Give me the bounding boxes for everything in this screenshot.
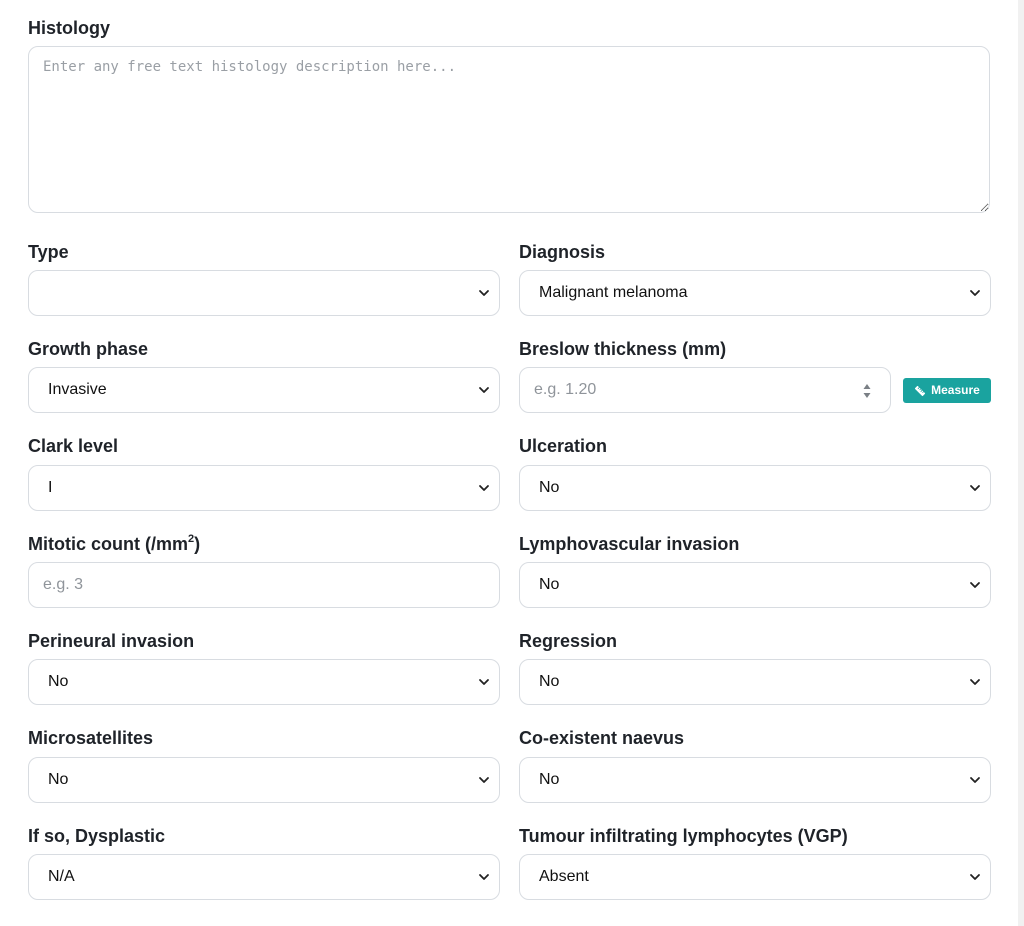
diagnosis-select-value: Malignant melanoma [539,284,688,301]
histology-textarea[interactable] [28,46,990,213]
coexistent-naevus-select-value: No [539,771,560,788]
chevron-down-icon [970,679,980,685]
chevron-down-icon [479,874,489,880]
chevron-down-icon [479,679,489,685]
ulceration-label: Ulceration [519,436,608,456]
clark-level-label: Clark level [28,436,119,456]
coexistent-naevus-select[interactable]: No [519,757,991,803]
breslow-label: Breslow thickness (mm) [519,339,727,359]
ulceration-select[interactable]: No [519,465,991,511]
mitotic-count-label-sup: 2 [188,533,195,545]
clark-level-select[interactable]: I [28,465,500,511]
microsatellites-select-value: No [48,771,69,788]
lymphovascular-select-value: No [539,576,560,593]
chevron-down-icon [970,485,980,491]
chevron-down-icon [479,485,489,491]
dysplastic-select[interactable]: N/A [28,854,500,900]
microsatellites-select[interactable]: No [28,757,500,803]
breslow-field [519,367,891,413]
chevron-down-icon [970,874,980,880]
chevron-down-icon [970,777,980,783]
lymphovascular-label: Lymphovascular invasion [519,534,740,554]
measure-button[interactable]: Measure [903,378,991,403]
coexistent-naevus-label: Co-existent naevus [519,728,685,748]
dysplastic-label: If so, Dysplastic [28,826,166,846]
chevron-down-icon [970,290,980,296]
til-select[interactable]: Absent [519,854,991,900]
chevron-down-icon [479,290,489,296]
perineural-select[interactable]: No [28,659,500,705]
histology-form: Histology Type Diagnosis Malignant melan… [0,0,1024,926]
number-spinner-icon[interactable] [862,381,872,401]
chevron-down-icon [479,777,489,783]
mitotic-count-label-end: ) [194,534,201,554]
histology-label: Histology [28,18,111,38]
mitotic-count-label-text: Mitotic count (/mm [28,534,188,554]
regression-select[interactable]: No [519,659,991,705]
diagnosis-label: Diagnosis [519,242,606,262]
type-select[interactable] [28,270,500,316]
chevron-down-icon [970,582,980,588]
growth-phase-select-value: Invasive [48,381,107,398]
til-label: Tumour infiltrating lymphocytes (VGP) [519,826,848,846]
lymphovascular-select[interactable]: No [519,562,991,608]
scrollbar[interactable] [1018,0,1024,926]
ruler-icon [915,385,926,396]
measure-button-label: Measure [931,383,980,397]
diagnosis-select[interactable]: Malignant melanoma [519,270,991,316]
breslow-input[interactable] [534,368,854,412]
til-select-value: Absent [539,868,589,885]
mitotic-count-input[interactable] [43,563,483,607]
chevron-down-icon [479,387,489,393]
perineural-label: Perineural invasion [28,631,195,651]
growth-phase-select[interactable]: Invasive [28,367,500,413]
regression-label: Regression [519,631,618,651]
microsatellites-label: Microsatellites [28,728,154,748]
growth-phase-label: Growth phase [28,339,149,359]
mitotic-count-field [28,562,500,608]
ulceration-select-value: No [539,479,560,496]
perineural-select-value: No [48,673,69,690]
dysplastic-select-value: N/A [48,868,75,885]
clark-level-select-value: I [48,479,53,496]
mitotic-count-label: Mitotic count (/mm2) [28,533,200,555]
regression-select-value: No [539,673,560,690]
type-label: Type [28,242,69,262]
